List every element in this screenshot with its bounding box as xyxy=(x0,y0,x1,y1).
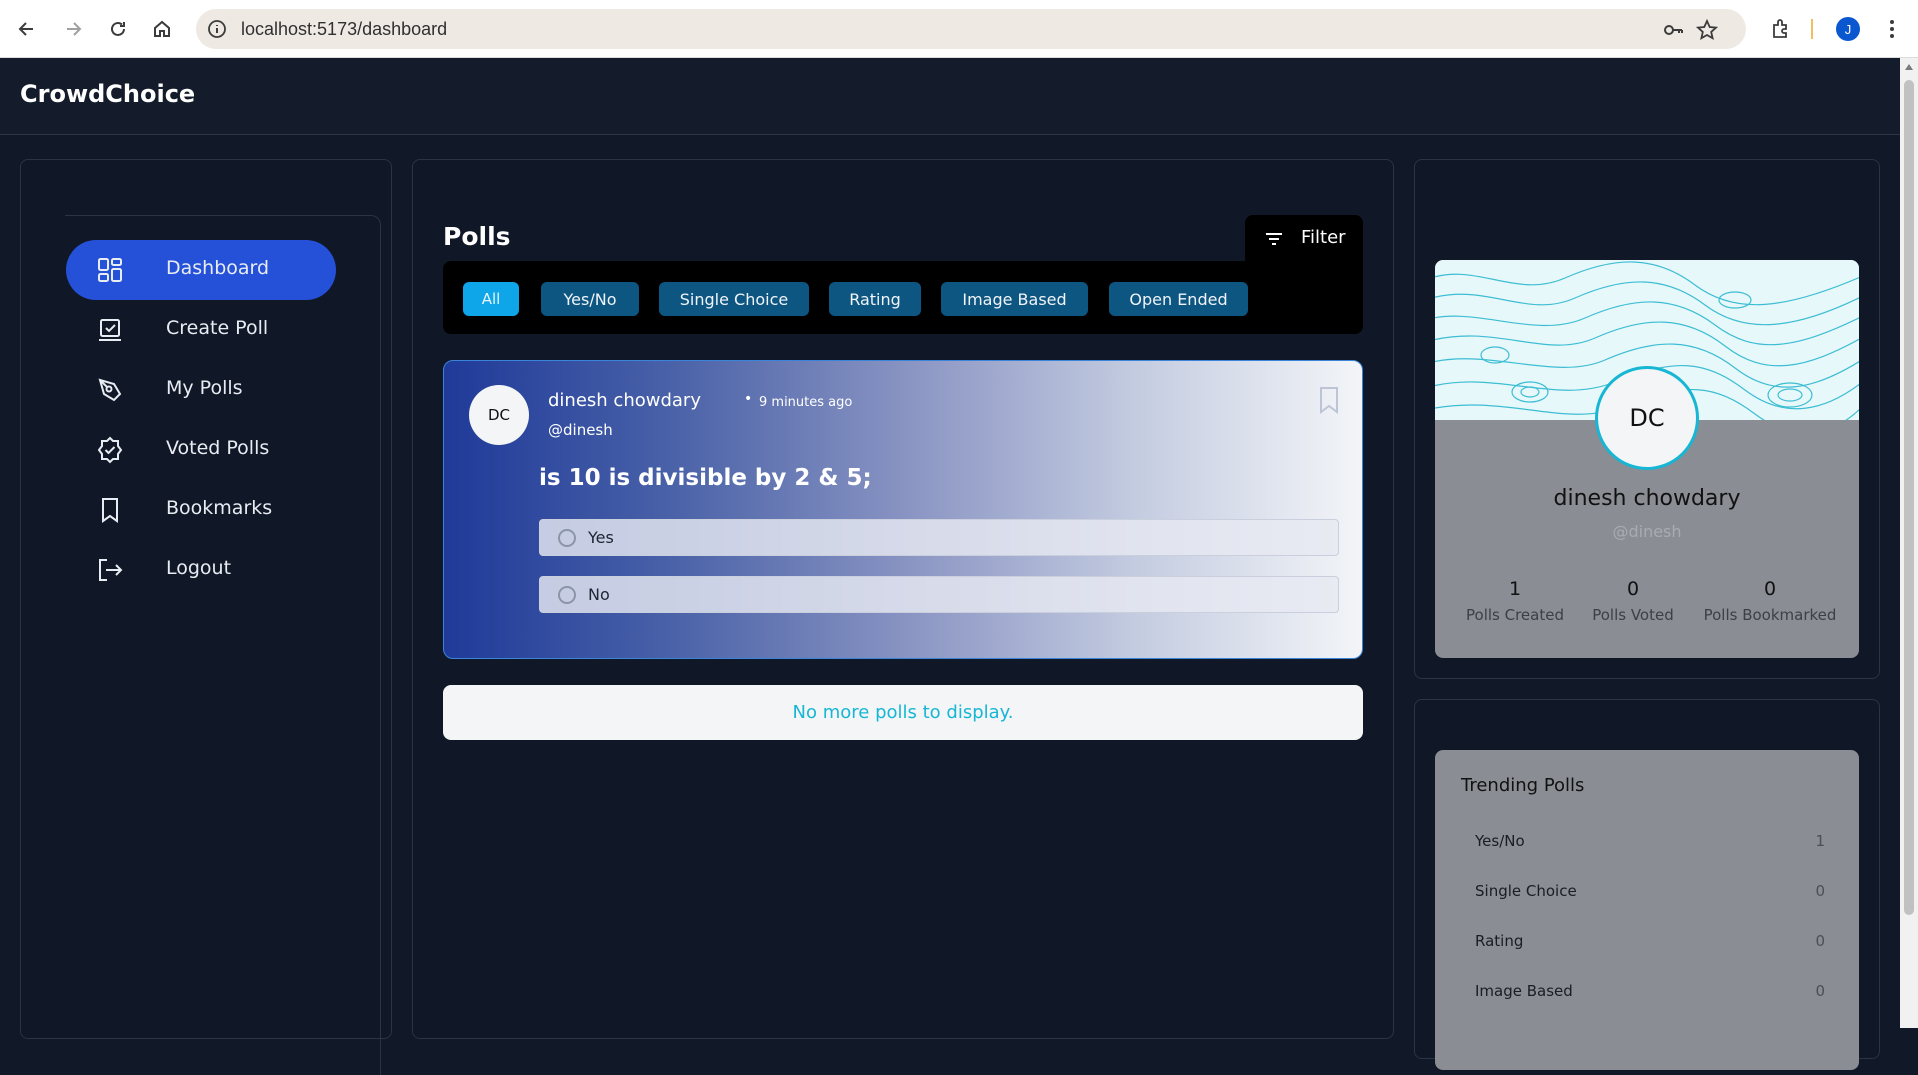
profile-handle: @dinesh xyxy=(1612,522,1682,541)
logout-icon xyxy=(99,559,123,581)
sidebar-item-label: Bookmarks xyxy=(166,497,273,519)
trending-card: Trending Polls Yes/No 1 Single Choice 0 … xyxy=(1435,750,1859,1070)
sidebar-item-bookmarks[interactable]: Bookmarks xyxy=(66,480,336,540)
badge-check-icon xyxy=(97,436,123,464)
profile-avatar[interactable]: DC xyxy=(1595,366,1699,470)
stat-label: Polls Bookmarked xyxy=(1703,606,1837,624)
stat-polls-voted: 0 Polls Voted xyxy=(1583,578,1683,624)
scroll-up-arrow[interactable] xyxy=(1905,64,1913,70)
sidebar-item-label: Dashboard xyxy=(166,257,270,279)
filter-button[interactable]: Filter xyxy=(1245,215,1363,263)
trending-row[interactable]: Image Based 0 xyxy=(1475,982,1825,1006)
app-header: CrowdChoice xyxy=(0,58,1900,135)
star-icon[interactable] xyxy=(1696,19,1718,41)
sidebar-item-label: My Polls xyxy=(166,377,243,399)
profile-panel: DC dinesh chowdary @dinesh 1 Polls Creat… xyxy=(1414,159,1880,679)
sidebar-item-my-polls[interactable]: My Polls xyxy=(66,360,336,420)
page-scrollbar[interactable] xyxy=(1900,58,1918,1028)
home-button[interactable] xyxy=(147,14,177,44)
home-icon xyxy=(154,20,170,37)
sidebar-item-dashboard[interactable]: Dashboard xyxy=(66,240,336,300)
more-menu-icon[interactable] xyxy=(1880,17,1904,41)
poll-card: DC dinesh chowdary • 9 minutes ago @dine… xyxy=(443,360,1363,659)
create-poll-icon xyxy=(99,319,121,341)
stat-label: Polls Created xyxy=(1466,606,1564,624)
trending-count: 1 xyxy=(1815,832,1825,850)
trending-count: 0 xyxy=(1815,932,1825,950)
stat-label: Polls Voted xyxy=(1592,606,1674,624)
chip-rating[interactable]: Rating xyxy=(829,282,921,316)
brand-logo[interactable]: CrowdChoice xyxy=(20,80,195,108)
chip-open-ended[interactable]: Open Ended xyxy=(1109,282,1248,316)
profile-name: dinesh chowdary xyxy=(1553,486,1741,511)
radio-button[interactable] xyxy=(558,529,576,547)
poll-timestamp: 9 minutes ago xyxy=(759,395,853,410)
poll-type-filter-bar: All Yes/No Single Choice Rating Image Ba… xyxy=(443,261,1363,334)
arrow-right-icon xyxy=(67,22,82,36)
trending-panel: Trending Polls Yes/No 1 Single Choice 0 … xyxy=(1414,699,1880,1070)
stat-polls-bookmarked: 0 Polls Bookmarked xyxy=(1695,578,1845,624)
profile-card: DC dinesh chowdary @dinesh 1 Polls Creat… xyxy=(1435,260,1859,658)
stat-value: 0 xyxy=(1626,578,1640,600)
browser-toolbar: localhost:5173/dashboard J xyxy=(0,0,1918,58)
filter-label: Filter xyxy=(1301,227,1346,248)
meta-separator: • xyxy=(744,391,753,407)
stat-polls-created: 1 Polls Created xyxy=(1465,578,1565,624)
stat-value: 0 xyxy=(1763,578,1777,600)
chip-image-based[interactable]: Image Based xyxy=(941,282,1088,316)
polls-panel: Polls Filter All Yes/No Single Choice Ra… xyxy=(412,159,1394,1039)
sidebar-item-create-poll[interactable]: Create Poll xyxy=(66,300,336,360)
chip-yes-no[interactable]: Yes/No xyxy=(541,282,639,316)
trending-count: 0 xyxy=(1815,882,1825,900)
extensions-icon[interactable] xyxy=(1770,17,1794,41)
filter-icon xyxy=(1266,233,1282,245)
trending-label: Single Choice xyxy=(1475,882,1577,900)
trending-row[interactable]: Yes/No 1 xyxy=(1475,832,1825,856)
pen-icon xyxy=(98,378,122,402)
trending-count: 0 xyxy=(1815,982,1825,1000)
trending-title: Trending Polls xyxy=(1461,775,1585,796)
sidebar: Dashboard Create Poll My Polls Voted Pol… xyxy=(20,159,392,1075)
trending-label: Yes/No xyxy=(1475,832,1525,850)
avatar[interactable]: DC xyxy=(469,385,529,445)
sidebar-item-label: Logout xyxy=(166,557,232,579)
option-label: Yes xyxy=(588,528,614,547)
poll-option-yes[interactable]: Yes xyxy=(539,519,1339,556)
site-info-icon[interactable] xyxy=(206,18,228,40)
toolbar-separator xyxy=(1811,19,1813,39)
trending-label: Image Based xyxy=(1475,982,1573,1000)
scroll-thumb[interactable] xyxy=(1904,80,1914,915)
trending-label: Rating xyxy=(1475,932,1524,950)
dashboard-icon xyxy=(98,258,122,282)
no-more-polls-message: No more polls to display. xyxy=(443,685,1363,740)
sidebar-item-label: Voted Polls xyxy=(166,437,270,459)
sidebar-item-label: Create Poll xyxy=(166,317,269,339)
bookmark-icon[interactable] xyxy=(1318,386,1340,414)
sidebar-item-voted-polls[interactable]: Voted Polls xyxy=(66,420,336,480)
reload-icon xyxy=(111,21,125,36)
chip-single-choice[interactable]: Single Choice xyxy=(659,282,809,316)
arrow-left-icon xyxy=(18,22,33,36)
reload-button[interactable] xyxy=(103,14,133,44)
sidebar-item-logout[interactable]: Logout xyxy=(66,540,336,600)
browser-profile-avatar[interactable]: J xyxy=(1836,17,1860,41)
option-label: No xyxy=(588,585,610,604)
url-text: localhost:5173/dashboard xyxy=(241,19,448,39)
address-bar[interactable]: localhost:5173/dashboard xyxy=(196,9,1746,49)
stat-value: 1 xyxy=(1508,578,1522,600)
page-title: Polls xyxy=(443,222,511,251)
key-icon[interactable] xyxy=(1662,19,1684,41)
poll-author[interactable]: dinesh chowdary xyxy=(548,390,701,411)
poll-author-handle: @dinesh xyxy=(548,421,613,439)
trending-row[interactable]: Single Choice 0 xyxy=(1475,882,1825,906)
radio-button[interactable] xyxy=(558,586,576,604)
poll-question: is 10 is divisible by 2 & 5; xyxy=(539,465,872,491)
trending-row[interactable]: Rating 0 xyxy=(1475,932,1825,956)
chip-all[interactable]: All xyxy=(463,282,519,316)
forward-button[interactable] xyxy=(58,14,88,44)
back-button[interactable] xyxy=(12,14,42,44)
bookmark-icon xyxy=(102,498,118,523)
poll-option-no[interactable]: No xyxy=(539,576,1339,613)
